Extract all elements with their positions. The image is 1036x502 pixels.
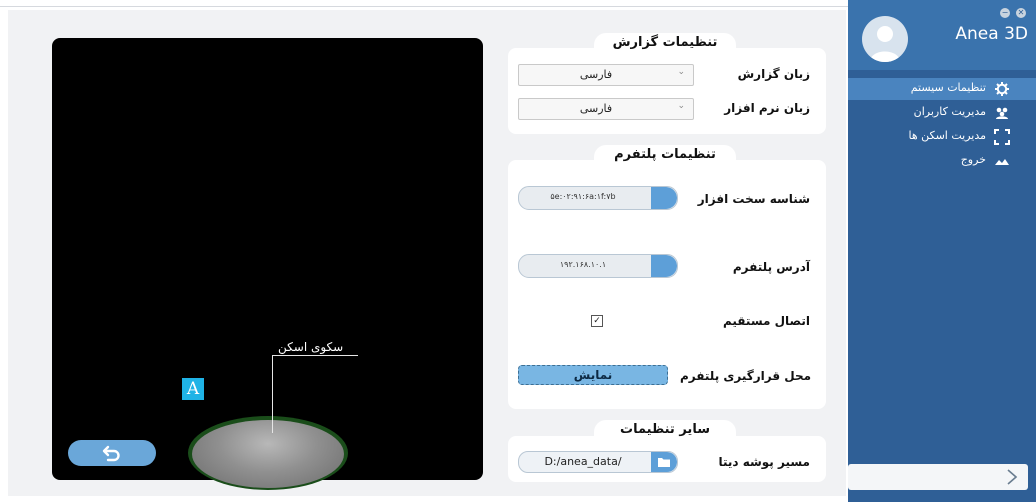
exit-icon: [995, 159, 1009, 165]
report-settings-title: تنظیمات گزارش: [594, 33, 736, 53]
sidebar-item-exit[interactable]: خروج: [848, 150, 1036, 172]
scan-frame-icon: [994, 129, 1010, 145]
sidebar: [848, 0, 1036, 502]
other-settings-title: سایر تنظیمات: [594, 420, 736, 440]
platform-label: سکوی اسکن: [278, 340, 344, 354]
sidebar-item-label: تنظیمات سیستم: [910, 81, 986, 94]
platform-settings-title: تنظیمات پلتفرم: [594, 145, 736, 165]
hardware-id-field[interactable]: ۵e:۰۲:۹۱:۶a:۱f:۷b: [518, 186, 678, 210]
platform-leader-line-horizontal: [272, 355, 358, 356]
top-divider: [0, 6, 848, 7]
platform-address-value: ۱۹۲.۱۶۸.۱۰.۱: [559, 260, 607, 269]
platform-leader-line: [272, 355, 273, 433]
hardware-id-value: ۵e:۰۲:۹۱:۶a:۱f:۷b: [550, 192, 616, 201]
sidebar-item-user-management[interactable]: مدیریت کاربران: [848, 102, 1036, 124]
gear-icon: [995, 82, 1009, 96]
report-language-label: زبان گزارش: [737, 67, 810, 81]
report-language-value: فارسی: [579, 68, 613, 81]
software-language-select[interactable]: فارسی ⌄: [518, 98, 694, 120]
software-language-value: فارسی: [579, 102, 613, 115]
sidebar-item-label: مدیریت کاربران: [913, 105, 986, 118]
platform-placement-label: محل قرارگیری پلتفرم: [680, 369, 812, 383]
minimize-icon[interactable]: −: [1000, 8, 1010, 18]
chevron-down-icon: ⌄: [677, 67, 685, 77]
close-icon[interactable]: ✕: [1016, 8, 1026, 18]
undo-arrow-icon: [102, 445, 120, 462]
data-folder-field[interactable]: D:/anea_data/: [518, 451, 678, 473]
field-accent: [651, 255, 677, 277]
report-settings-card: [508, 48, 826, 134]
scan-viewport[interactable]: [52, 38, 483, 480]
sidebar-item-label: خروج: [960, 153, 986, 166]
users-icon: [996, 107, 1008, 119]
sidebar-expand-bar[interactable]: [848, 464, 1028, 490]
platform-address-label: آدرس پلتفرم: [732, 260, 810, 274]
brand-logo: A: [182, 378, 204, 400]
data-folder-label: مسیر پوشه دیتا: [718, 455, 810, 469]
hardware-id-label: شناسه سخت افزار: [697, 192, 810, 206]
show-platform-button[interactable]: نمایش: [518, 365, 668, 385]
data-folder-value: D:/anea_data/: [544, 455, 622, 468]
browse-folder-button[interactable]: [651, 452, 677, 472]
chevron-down-icon: ⌄: [677, 101, 685, 111]
report-language-select[interactable]: فارسی ⌄: [518, 64, 694, 86]
field-accent: [651, 187, 677, 209]
app-title: Anea 3D: [955, 24, 1028, 44]
folder-icon: [658, 458, 670, 467]
direct-connection-checkbox[interactable]: ✓: [591, 315, 603, 327]
sidebar-item-scan-management[interactable]: مدیریت اسکن ها: [848, 126, 1036, 148]
user-avatar[interactable]: [862, 16, 908, 62]
direct-connection-label: اتصال مستقیم: [722, 314, 810, 328]
back-button[interactable]: [68, 440, 156, 466]
user-icon: [870, 26, 900, 62]
software-language-label: زبان نرم افزار: [724, 101, 810, 115]
chevron-right-icon: [1007, 469, 1018, 485]
scan-platform: [192, 420, 344, 488]
sidebar-item-system-settings[interactable]: تنظیمات سیستم: [848, 78, 1036, 100]
platform-address-field[interactable]: ۱۹۲.۱۶۸.۱۰.۱: [518, 254, 678, 278]
sidebar-item-label: مدیریت اسکن ها: [908, 129, 986, 142]
